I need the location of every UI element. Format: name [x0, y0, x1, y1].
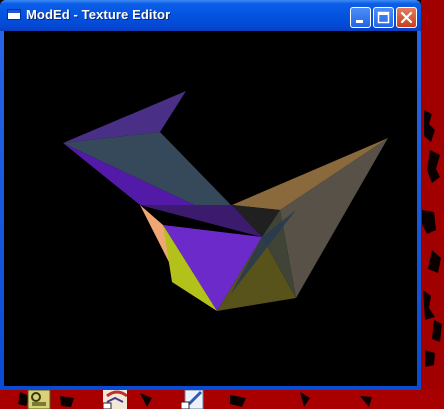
- title-bar[interactable]: ModEd - Texture Editor: [0, 0, 421, 31]
- 3d-model-view[interactable]: [4, 31, 417, 386]
- mesh-face: [63, 91, 186, 143]
- close-icon: [400, 11, 413, 24]
- shortcut-icon-3[interactable]: [181, 390, 205, 409]
- maximize-button[interactable]: [373, 7, 394, 28]
- shortcut-icon-1[interactable]: [27, 390, 51, 409]
- close-button[interactable]: [396, 7, 417, 28]
- render-viewport[interactable]: [4, 31, 417, 386]
- minimize-icon: [356, 20, 363, 23]
- shortcut-icon-2[interactable]: [103, 390, 127, 409]
- window-title: ModEd - Texture Editor: [26, 7, 171, 22]
- app-window-icon[interactable]: [7, 9, 21, 20]
- texture-editor-window: ModEd - Texture Editor: [0, 0, 421, 390]
- minimize-button[interactable]: [350, 7, 371, 28]
- maximize-icon: [377, 11, 390, 24]
